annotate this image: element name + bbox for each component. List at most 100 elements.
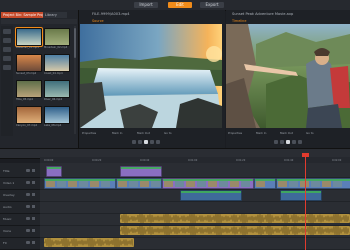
audio-icon[interactable] bbox=[3, 56, 11, 61]
ruler-tick-label: 0:01:40 bbox=[284, 159, 294, 162]
library-thumbnail[interactable] bbox=[16, 106, 42, 124]
audio-clip[interactable] bbox=[120, 214, 350, 223]
library-thumbnail[interactable] bbox=[44, 54, 70, 72]
timeline-clip[interactable] bbox=[120, 166, 162, 177]
lock-icon[interactable] bbox=[32, 241, 35, 244]
eye-icon[interactable] bbox=[26, 181, 30, 184]
tab-project-bin[interactable]: Project Bin: Sample Proj bbox=[1, 12, 45, 18]
tab-go-to[interactable]: Go to bbox=[164, 131, 172, 135]
library-thumbnail-label: Coast_04.mp4 bbox=[44, 72, 63, 75]
fast-forward-icon[interactable] bbox=[156, 140, 160, 144]
rewind-icon[interactable] bbox=[274, 140, 278, 144]
track-label: Video 1 bbox=[3, 181, 15, 185]
track-label: FX bbox=[3, 241, 7, 245]
library-thumbnail-label: Hike_05.mp4 bbox=[16, 98, 33, 101]
timeline-video-preview[interactable] bbox=[226, 24, 350, 128]
step-back-icon[interactable] bbox=[138, 140, 142, 144]
timeline-clip[interactable] bbox=[254, 178, 276, 189]
library-thumbnail-label: River_06.mp4 bbox=[44, 98, 62, 101]
tab-mark-out-r[interactable]: Mark Out bbox=[280, 131, 293, 135]
play-icon[interactable] bbox=[144, 140, 148, 144]
library-toolbar bbox=[1, 19, 77, 24]
tab-mark-in-r[interactable]: Mark In bbox=[256, 131, 266, 135]
track-label: Overlay bbox=[3, 193, 15, 197]
ruler-tick-label: 0:01:00 bbox=[188, 159, 198, 162]
source-transport-controls bbox=[82, 140, 222, 146]
tab-mark-out[interactable]: Mark Out bbox=[137, 131, 150, 135]
lock-icon[interactable] bbox=[32, 205, 35, 208]
step-back-icon[interactable] bbox=[280, 140, 284, 144]
lock-icon[interactable] bbox=[32, 169, 35, 172]
library-tabs: Project Bin: Sample Proj Library bbox=[1, 12, 77, 18]
hiker-image bbox=[226, 24, 350, 128]
rewind-icon[interactable] bbox=[132, 140, 136, 144]
library-thumbnail[interactable] bbox=[44, 80, 70, 98]
tab-library[interactable]: Library bbox=[43, 12, 67, 18]
ruler-tick-label: 0:00:40 bbox=[140, 159, 150, 162]
ruler-tick-label: 0:00:20 bbox=[92, 159, 102, 162]
track-header[interactable]: FX bbox=[0, 237, 40, 250]
lock-icon[interactable] bbox=[32, 193, 35, 196]
eye-icon[interactable] bbox=[26, 229, 30, 232]
eye-icon[interactable] bbox=[26, 205, 30, 208]
tab-edit[interactable]: Edit bbox=[168, 2, 192, 8]
tab-go-to-r[interactable]: Go to bbox=[306, 131, 314, 135]
timeline-player-title: Sunset Peak Adventure Movie.axp bbox=[232, 12, 294, 16]
eye-icon[interactable] bbox=[26, 217, 30, 220]
lock-icon[interactable] bbox=[32, 229, 35, 232]
library-scrollbar-thumb[interactable] bbox=[74, 28, 76, 58]
source-preview-tab[interactable]: Source bbox=[92, 19, 104, 23]
timeline-player-tabs: Properties Mark In Mark Out Go to bbox=[228, 131, 348, 137]
timeline-clip[interactable] bbox=[276, 178, 350, 189]
step-forward-icon[interactable] bbox=[150, 140, 154, 144]
audio-clip[interactable] bbox=[44, 238, 134, 247]
eye-icon[interactable] bbox=[26, 241, 30, 244]
source-video-preview[interactable] bbox=[80, 24, 222, 128]
library-thumbnail[interactable] bbox=[16, 80, 42, 98]
eye-icon[interactable] bbox=[26, 169, 30, 172]
timeline-clip[interactable] bbox=[46, 166, 62, 177]
ruler-tick-label: 0:02:00 bbox=[332, 159, 342, 162]
library-thumbnail-label: Lake_08.mp4 bbox=[44, 124, 62, 127]
track-headers: Title Video 1 Overlay Audio Music Voice FX bbox=[0, 163, 41, 250]
tab-properties[interactable]: Properties bbox=[82, 131, 96, 135]
library-thumbnail[interactable] bbox=[15, 27, 43, 47]
audio-clip[interactable] bbox=[120, 226, 350, 235]
timeline-clip[interactable] bbox=[44, 178, 116, 189]
ruler-tick-label: 0:00:00 bbox=[44, 159, 54, 162]
track-label: Music bbox=[3, 217, 12, 221]
library-thumbnail[interactable] bbox=[44, 106, 70, 124]
source-player-tabs: Properties Mark In Mark Out Go to bbox=[82, 131, 222, 137]
play-icon[interactable] bbox=[286, 140, 290, 144]
library-thumbnail[interactable] bbox=[44, 28, 70, 46]
playhead[interactable] bbox=[305, 155, 306, 250]
photo-icon[interactable] bbox=[3, 47, 11, 52]
tab-import[interactable]: Import bbox=[134, 2, 158, 8]
step-forward-icon[interactable] bbox=[292, 140, 296, 144]
timeline-clip[interactable] bbox=[162, 178, 254, 189]
lock-icon[interactable] bbox=[32, 217, 35, 220]
timeline-transport-controls bbox=[228, 140, 348, 146]
folder-icon[interactable] bbox=[3, 29, 11, 34]
library-thumbnail-label: Waterfall_01.mp4 bbox=[16, 46, 39, 49]
track-label: Title bbox=[3, 169, 10, 173]
timeline-clip[interactable] bbox=[116, 178, 162, 189]
track-label: Voice bbox=[3, 229, 11, 233]
timeline-tracks[interactable] bbox=[40, 163, 350, 250]
waterfall-image bbox=[80, 24, 222, 128]
library-thumbnail-label: Canyon_07.mp4 bbox=[16, 124, 38, 127]
video-icon[interactable] bbox=[3, 38, 11, 43]
tab-export[interactable]: Export bbox=[200, 2, 224, 8]
tab-properties-r[interactable]: Properties bbox=[228, 131, 242, 135]
timeline-preview-tab[interactable]: Timeline bbox=[232, 19, 246, 23]
title-icon[interactable] bbox=[3, 65, 11, 70]
timeline-clip[interactable] bbox=[180, 190, 242, 201]
timeline-clip[interactable] bbox=[280, 190, 322, 201]
eye-icon[interactable] bbox=[26, 193, 30, 196]
lock-icon[interactable] bbox=[32, 181, 35, 184]
library-thumbnail[interactable] bbox=[16, 54, 42, 72]
fast-forward-icon[interactable] bbox=[298, 140, 302, 144]
ruler-tick-label: 0:01:20 bbox=[236, 159, 246, 162]
tab-mark-in[interactable]: Mark In bbox=[112, 131, 122, 135]
track-label: Audio bbox=[3, 205, 12, 209]
